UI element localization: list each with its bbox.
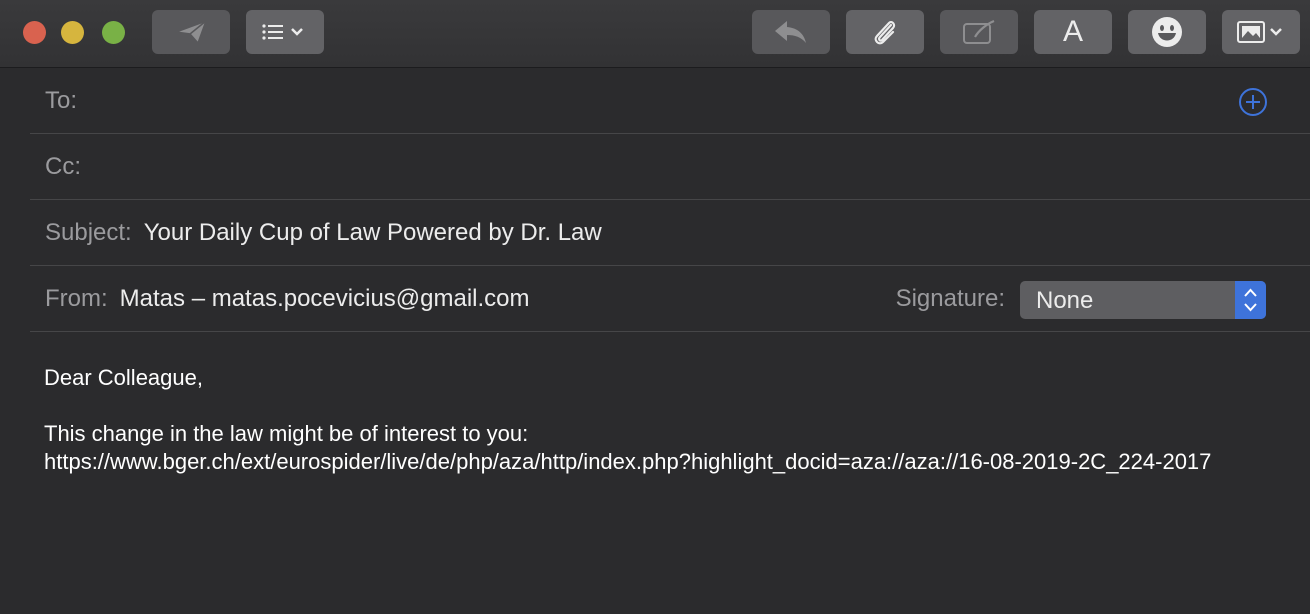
- format-button[interactable]: A: [1034, 10, 1112, 54]
- list-icon: [261, 22, 309, 42]
- signature-select[interactable]: None: [1020, 281, 1266, 319]
- body-line: This change in the law might be of inter…: [44, 421, 529, 446]
- message-body[interactable]: Dear Colleague, This change in the law m…: [44, 364, 1279, 476]
- toolbar: A: [0, 0, 1310, 68]
- subject-label: Subject:: [45, 218, 132, 246]
- smiley-icon: [1151, 16, 1183, 48]
- updown-chevron-icon: [1235, 281, 1266, 319]
- body-url: https://www.bger.ch/ext/eurospider/live/…: [44, 449, 1212, 474]
- zoom-window-button[interactable]: [102, 21, 125, 44]
- markup-icon: [961, 18, 997, 46]
- close-window-button[interactable]: [23, 21, 46, 44]
- cc-label: Cc:: [45, 152, 81, 180]
- markup-button[interactable]: [940, 10, 1018, 54]
- subject-row: Subject: Your Daily Cup of Law Powered b…: [30, 200, 1310, 266]
- header-fields-button[interactable]: [246, 10, 324, 54]
- paperclip-icon: [871, 17, 899, 47]
- attach-button[interactable]: [846, 10, 924, 54]
- send-button[interactable]: [152, 10, 230, 54]
- paper-plane-icon: [174, 19, 208, 45]
- add-contact-icon[interactable]: [1238, 87, 1268, 117]
- from-row: From: Matas – matas.pocevicius@gmail.com…: [30, 266, 1310, 332]
- to-field[interactable]: [89, 81, 1310, 121]
- font-icon: A: [1062, 15, 1083, 48]
- cc-field[interactable]: [93, 147, 1310, 187]
- to-row: To:: [30, 68, 1310, 134]
- emoji-button[interactable]: [1128, 10, 1206, 54]
- minimize-window-button[interactable]: [61, 21, 84, 44]
- from-selector[interactable]: Matas – matas.pocevicius@gmail.com: [120, 285, 530, 313]
- cc-row: Cc:: [30, 134, 1310, 200]
- subject-field[interactable]: Your Daily Cup of Law Powered by Dr. Law: [144, 219, 602, 247]
- photo-browser-button[interactable]: [1222, 10, 1300, 54]
- reply-arrow-icon: [773, 19, 809, 45]
- signature-value: None: [1036, 287, 1094, 314]
- to-label: To:: [45, 86, 78, 114]
- greeting-text: Dear Colleague,: [44, 365, 203, 390]
- photo-browser-icon: [1236, 19, 1286, 45]
- signature-label: Signature:: [895, 284, 1005, 312]
- reply-button[interactable]: [752, 10, 830, 54]
- from-label: From:: [45, 284, 108, 312]
